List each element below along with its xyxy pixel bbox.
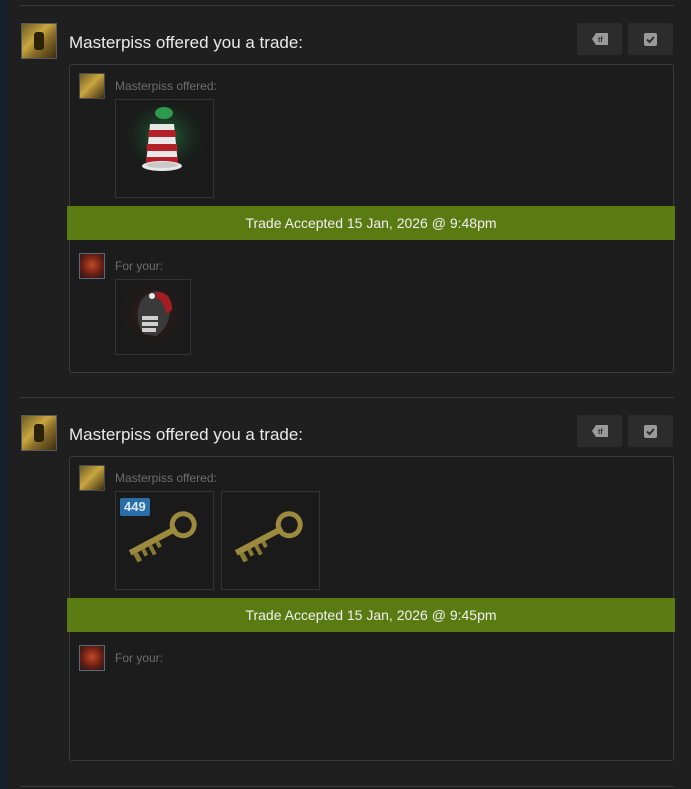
accept-button[interactable]	[628, 415, 673, 447]
separator	[20, 5, 674, 6]
checkmark-icon	[644, 424, 657, 438]
tf-button[interactable]: tf	[577, 23, 622, 55]
key-item[interactable]	[221, 491, 320, 590]
avatar[interactable]	[21, 23, 57, 59]
svg-text:tf: tf	[598, 37, 603, 44]
your-avatar[interactable]	[79, 253, 105, 279]
svg-text:tf: tf	[598, 429, 603, 436]
your-items-label: For your:	[115, 651, 164, 665]
separator	[20, 397, 674, 398]
striped-hat-item[interactable]	[115, 99, 214, 198]
key-item[interactable]: 449	[115, 491, 214, 590]
tf-icon: tf	[591, 33, 608, 45]
helmet-item[interactable]	[115, 279, 191, 355]
helmet-icon	[116, 280, 190, 354]
their-items-label: Masterpiss offered:	[115, 471, 217, 485]
tf-button[interactable]: tf	[577, 415, 622, 447]
avatar[interactable]	[21, 415, 57, 451]
offer-title: Masterpiss offered you a trade:	[69, 33, 304, 52]
quantity-badge: 449	[120, 498, 150, 516]
their-avatar[interactable]	[79, 73, 105, 99]
trade-offers-page: Masterpiss offered you a trade: tf Maste…	[0, 0, 691, 789]
trade-accepted-bar: Trade Accepted 15 Jan, 2026 @ 9:45pm	[67, 598, 675, 632]
separator	[20, 786, 674, 787]
your-items-label: For your:	[115, 259, 164, 273]
striped-hat-icon	[118, 100, 210, 180]
your-avatar[interactable]	[79, 645, 105, 671]
key-icon	[234, 511, 303, 563]
accept-button[interactable]	[628, 23, 673, 55]
checkmark-icon	[644, 32, 657, 46]
tf-icon: tf	[591, 425, 608, 437]
their-avatar[interactable]	[79, 465, 105, 491]
left-rail	[0, 0, 8, 789]
their-items-label: Masterpiss offered:	[115, 79, 217, 93]
offer-title: Masterpiss offered you a trade:	[69, 425, 304, 444]
trade-accepted-bar: Trade Accepted 15 Jan, 2026 @ 9:48pm	[67, 206, 675, 240]
